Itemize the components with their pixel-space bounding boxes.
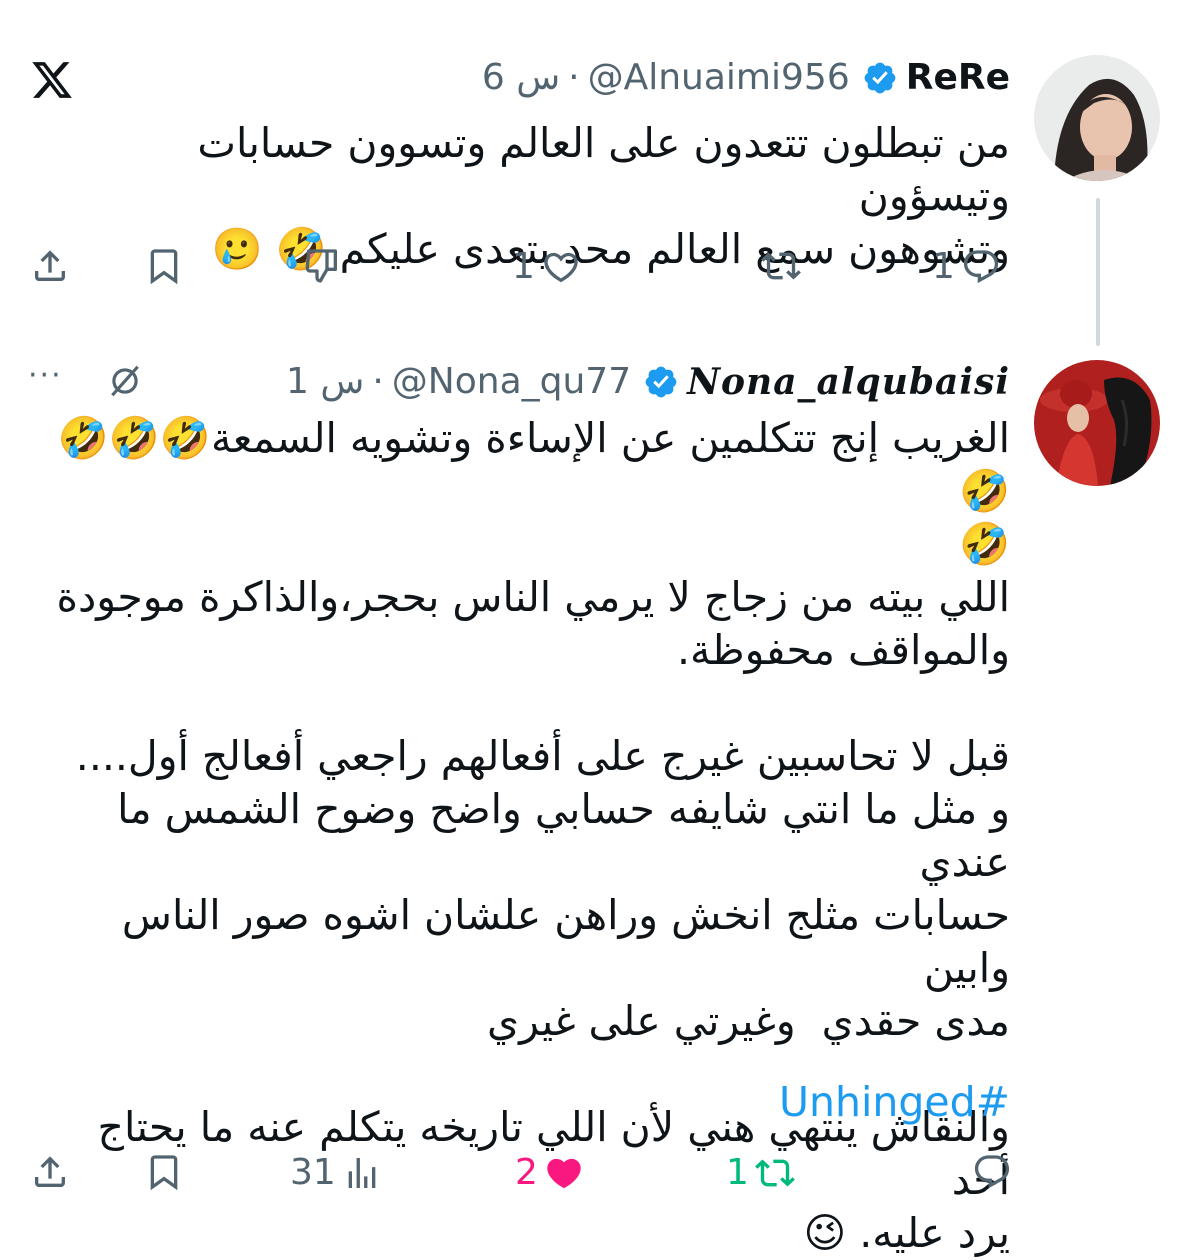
author-handle[interactable]: @Alnuaimi956 — [588, 56, 850, 100]
verified-badge-icon — [862, 60, 898, 96]
like-count: 1 — [512, 246, 535, 287]
x-logo-icon[interactable] — [28, 58, 76, 102]
views-chart-icon — [348, 1157, 376, 1188]
views-count: 31 — [290, 1152, 336, 1193]
separator-dot: · — [372, 361, 384, 402]
author-name[interactable]: ReRe — [906, 56, 1010, 100]
heart-filled-icon — [547, 1158, 581, 1188]
share-icon — [35, 250, 65, 281]
reply-button[interactable]: 1 — [932, 246, 1001, 287]
thumbs-down-icon — [305, 249, 337, 283]
author-handle[interactable]: @Nona_qu77 — [392, 360, 631, 404]
tweet-text: الغريب إنج تتكلمين عن الإساءة وتشويه الس… — [56, 414, 1010, 1257]
avatar[interactable] — [1034, 360, 1160, 486]
tweet-header: ReRe 6 س · @Alnuaimi956 — [478, 56, 1010, 100]
bookmark-icon — [150, 249, 178, 285]
views-button[interactable]: 31 — [290, 1152, 382, 1193]
reply-icon — [963, 249, 998, 283]
reply-icon — [974, 1155, 1010, 1189]
retweet-button[interactable]: 1 — [726, 1152, 795, 1193]
retweet-button[interactable] — [755, 246, 801, 286]
grok-slash-icon[interactable] — [106, 362, 144, 400]
retweet-icon — [761, 252, 801, 280]
heart-icon — [544, 252, 578, 282]
author-name[interactable]: 𝑵𝒐𝒏𝒂_𝒂𝒍𝒒𝒖𝒃𝒂𝒊𝒔𝒊 — [687, 360, 1010, 404]
bookmark-button[interactable] — [144, 1152, 184, 1192]
bookmark-button[interactable] — [144, 246, 184, 286]
time[interactable]: 1 س — [286, 360, 364, 404]
avatar[interactable] — [1034, 55, 1160, 181]
more-options-icon[interactable]: ··· — [28, 358, 63, 393]
share-button[interactable] — [30, 246, 70, 286]
bookmark-icon — [150, 1155, 178, 1191]
retweet-count: 1 — [726, 1152, 749, 1193]
like-button[interactable]: 2 — [515, 1152, 584, 1193]
share-icon — [35, 1156, 65, 1187]
reply-count: 1 — [932, 246, 955, 287]
tweet-header: 𝑵𝒐𝒏𝒂_𝒂𝒍𝒒𝒖𝒃𝒂𝒊𝒔𝒊 1 س · @Nona_qu77 — [282, 360, 1010, 404]
like-button[interactable]: 1 — [512, 246, 581, 287]
verified-badge-icon — [643, 364, 679, 400]
like-count: 2 — [515, 1152, 538, 1193]
reply-button[interactable] — [966, 1152, 1012, 1192]
share-button[interactable] — [30, 1152, 70, 1192]
separator-dot: · — [568, 57, 580, 98]
thread-line — [1096, 198, 1100, 346]
retweet-icon — [755, 1158, 795, 1187]
time[interactable]: 6 س — [482, 56, 560, 100]
dislike-button[interactable] — [302, 246, 342, 286]
hashtag-link[interactable]: #Unhinged — [779, 1076, 1010, 1129]
